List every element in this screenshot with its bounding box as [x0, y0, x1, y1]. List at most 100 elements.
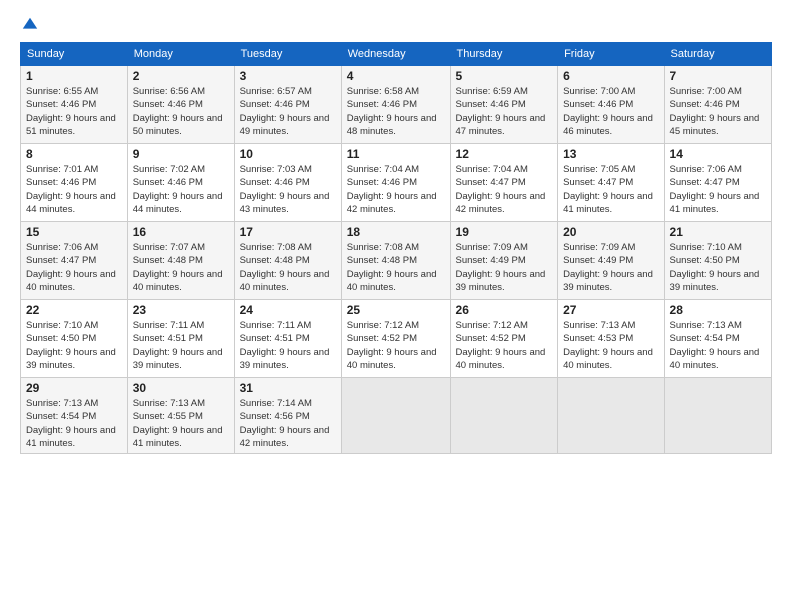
day-number: 9	[133, 147, 229, 161]
calendar-cell: 26 Sunrise: 7:12 AMSunset: 4:52 PMDaylig…	[450, 300, 558, 378]
calendar-cell: 19 Sunrise: 7:09 AMSunset: 4:49 PMDaylig…	[450, 222, 558, 300]
day-info: Sunrise: 7:11 AMSunset: 4:51 PMDaylight:…	[133, 320, 223, 371]
page: SundayMondayTuesdayWednesdayThursdayFrid…	[0, 0, 792, 612]
calendar-cell: 2 Sunrise: 6:56 AMSunset: 4:46 PMDayligh…	[127, 66, 234, 144]
header	[20, 16, 772, 34]
calendar-cell: 30 Sunrise: 7:13 AMSunset: 4:55 PMDaylig…	[127, 378, 234, 454]
day-number: 3	[240, 69, 336, 83]
calendar-cell	[341, 378, 450, 454]
day-info: Sunrise: 7:12 AMSunset: 4:52 PMDaylight:…	[347, 320, 437, 371]
col-header-friday: Friday	[558, 43, 664, 66]
calendar-cell: 9 Sunrise: 7:02 AMSunset: 4:46 PMDayligh…	[127, 144, 234, 222]
day-info: Sunrise: 7:03 AMSunset: 4:46 PMDaylight:…	[240, 164, 330, 215]
day-number: 18	[347, 225, 445, 239]
day-info: Sunrise: 7:08 AMSunset: 4:48 PMDaylight:…	[347, 242, 437, 293]
calendar: SundayMondayTuesdayWednesdayThursdayFrid…	[20, 42, 772, 454]
logo	[20, 16, 39, 34]
calendar-cell: 8 Sunrise: 7:01 AMSunset: 4:46 PMDayligh…	[21, 144, 128, 222]
calendar-cell: 28 Sunrise: 7:13 AMSunset: 4:54 PMDaylig…	[664, 300, 771, 378]
day-number: 6	[563, 69, 658, 83]
day-number: 21	[670, 225, 766, 239]
col-header-thursday: Thursday	[450, 43, 558, 66]
calendar-cell: 13 Sunrise: 7:05 AMSunset: 4:47 PMDaylig…	[558, 144, 664, 222]
day-number: 11	[347, 147, 445, 161]
calendar-cell	[450, 378, 558, 454]
day-info: Sunrise: 7:09 AMSunset: 4:49 PMDaylight:…	[563, 242, 653, 293]
col-header-saturday: Saturday	[664, 43, 771, 66]
day-number: 28	[670, 303, 766, 317]
col-header-wednesday: Wednesday	[341, 43, 450, 66]
day-number: 7	[670, 69, 766, 83]
day-number: 24	[240, 303, 336, 317]
day-number: 27	[563, 303, 658, 317]
day-info: Sunrise: 7:13 AMSunset: 4:53 PMDaylight:…	[563, 320, 653, 371]
day-number: 10	[240, 147, 336, 161]
day-number: 8	[26, 147, 122, 161]
day-number: 16	[133, 225, 229, 239]
day-number: 15	[26, 225, 122, 239]
day-info: Sunrise: 7:09 AMSunset: 4:49 PMDaylight:…	[456, 242, 546, 293]
day-number: 22	[26, 303, 122, 317]
calendar-cell: 15 Sunrise: 7:06 AMSunset: 4:47 PMDaylig…	[21, 222, 128, 300]
col-header-sunday: Sunday	[21, 43, 128, 66]
day-number: 17	[240, 225, 336, 239]
logo-icon	[21, 16, 39, 34]
calendar-cell: 18 Sunrise: 7:08 AMSunset: 4:48 PMDaylig…	[341, 222, 450, 300]
calendar-cell: 6 Sunrise: 7:00 AMSunset: 4:46 PMDayligh…	[558, 66, 664, 144]
calendar-cell: 4 Sunrise: 6:58 AMSunset: 4:46 PMDayligh…	[341, 66, 450, 144]
calendar-cell	[558, 378, 664, 454]
calendar-cell: 27 Sunrise: 7:13 AMSunset: 4:53 PMDaylig…	[558, 300, 664, 378]
day-info: Sunrise: 6:55 AMSunset: 4:46 PMDaylight:…	[26, 86, 116, 137]
day-info: Sunrise: 7:08 AMSunset: 4:48 PMDaylight:…	[240, 242, 330, 293]
day-number: 30	[133, 381, 229, 395]
day-number: 5	[456, 69, 553, 83]
calendar-cell: 31 Sunrise: 7:14 AMSunset: 4:56 PMDaylig…	[234, 378, 341, 454]
day-info: Sunrise: 7:07 AMSunset: 4:48 PMDaylight:…	[133, 242, 223, 293]
day-info: Sunrise: 6:59 AMSunset: 4:46 PMDaylight:…	[456, 86, 546, 137]
calendar-cell: 12 Sunrise: 7:04 AMSunset: 4:47 PMDaylig…	[450, 144, 558, 222]
calendar-cell: 7 Sunrise: 7:00 AMSunset: 4:46 PMDayligh…	[664, 66, 771, 144]
day-number: 20	[563, 225, 658, 239]
calendar-cell	[664, 378, 771, 454]
day-info: Sunrise: 7:14 AMSunset: 4:56 PMDaylight:…	[240, 398, 330, 449]
day-info: Sunrise: 7:05 AMSunset: 4:47 PMDaylight:…	[563, 164, 653, 215]
calendar-cell: 20 Sunrise: 7:09 AMSunset: 4:49 PMDaylig…	[558, 222, 664, 300]
day-info: Sunrise: 7:10 AMSunset: 4:50 PMDaylight:…	[670, 242, 760, 293]
calendar-cell: 17 Sunrise: 7:08 AMSunset: 4:48 PMDaylig…	[234, 222, 341, 300]
day-info: Sunrise: 6:56 AMSunset: 4:46 PMDaylight:…	[133, 86, 223, 137]
day-info: Sunrise: 7:01 AMSunset: 4:46 PMDaylight:…	[26, 164, 116, 215]
calendar-cell: 21 Sunrise: 7:10 AMSunset: 4:50 PMDaylig…	[664, 222, 771, 300]
day-info: Sunrise: 7:00 AMSunset: 4:46 PMDaylight:…	[670, 86, 760, 137]
day-info: Sunrise: 7:04 AMSunset: 4:47 PMDaylight:…	[456, 164, 546, 215]
day-info: Sunrise: 7:06 AMSunset: 4:47 PMDaylight:…	[26, 242, 116, 293]
day-info: Sunrise: 7:11 AMSunset: 4:51 PMDaylight:…	[240, 320, 330, 371]
day-number: 2	[133, 69, 229, 83]
day-number: 19	[456, 225, 553, 239]
day-info: Sunrise: 7:12 AMSunset: 4:52 PMDaylight:…	[456, 320, 546, 371]
day-info: Sunrise: 7:04 AMSunset: 4:46 PMDaylight:…	[347, 164, 437, 215]
calendar-cell: 25 Sunrise: 7:12 AMSunset: 4:52 PMDaylig…	[341, 300, 450, 378]
calendar-cell: 14 Sunrise: 7:06 AMSunset: 4:47 PMDaylig…	[664, 144, 771, 222]
day-info: Sunrise: 7:06 AMSunset: 4:47 PMDaylight:…	[670, 164, 760, 215]
calendar-cell: 1 Sunrise: 6:55 AMSunset: 4:46 PMDayligh…	[21, 66, 128, 144]
day-info: Sunrise: 7:10 AMSunset: 4:50 PMDaylight:…	[26, 320, 116, 371]
day-number: 12	[456, 147, 553, 161]
calendar-cell: 10 Sunrise: 7:03 AMSunset: 4:46 PMDaylig…	[234, 144, 341, 222]
day-number: 26	[456, 303, 553, 317]
day-info: Sunrise: 7:13 AMSunset: 4:54 PMDaylight:…	[26, 398, 116, 449]
calendar-cell: 23 Sunrise: 7:11 AMSunset: 4:51 PMDaylig…	[127, 300, 234, 378]
calendar-cell: 22 Sunrise: 7:10 AMSunset: 4:50 PMDaylig…	[21, 300, 128, 378]
day-info: Sunrise: 7:02 AMSunset: 4:46 PMDaylight:…	[133, 164, 223, 215]
day-number: 1	[26, 69, 122, 83]
day-number: 4	[347, 69, 445, 83]
day-info: Sunrise: 6:57 AMSunset: 4:46 PMDaylight:…	[240, 86, 330, 137]
day-number: 14	[670, 147, 766, 161]
calendar-cell: 5 Sunrise: 6:59 AMSunset: 4:46 PMDayligh…	[450, 66, 558, 144]
calendar-cell: 16 Sunrise: 7:07 AMSunset: 4:48 PMDaylig…	[127, 222, 234, 300]
day-number: 25	[347, 303, 445, 317]
day-number: 31	[240, 381, 336, 395]
day-info: Sunrise: 7:13 AMSunset: 4:55 PMDaylight:…	[133, 398, 223, 449]
calendar-cell: 3 Sunrise: 6:57 AMSunset: 4:46 PMDayligh…	[234, 66, 341, 144]
day-number: 29	[26, 381, 122, 395]
calendar-cell: 29 Sunrise: 7:13 AMSunset: 4:54 PMDaylig…	[21, 378, 128, 454]
